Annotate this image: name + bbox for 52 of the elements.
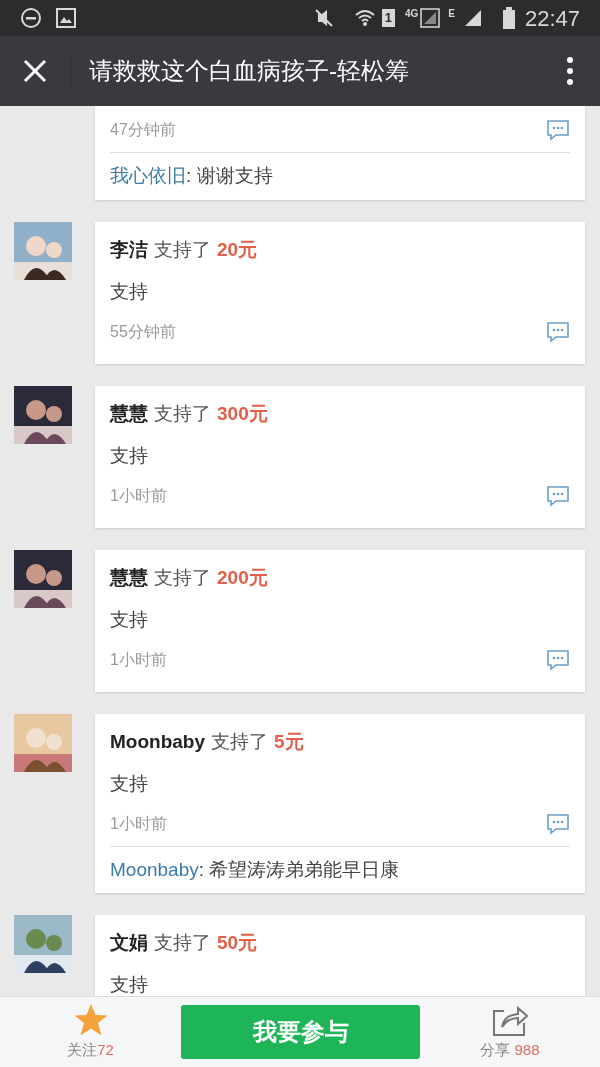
donation-amount: 300元 xyxy=(217,401,268,426)
comment-text: 支持 xyxy=(110,443,149,468)
comment-text: 支持 xyxy=(110,973,149,996)
action-text: 支持了 xyxy=(154,237,211,262)
donor-name: Moonbaby xyxy=(110,729,205,754)
join-button[interactable]: 我要参与 xyxy=(181,1005,420,1059)
action-text: 支持了 xyxy=(211,729,268,754)
action-text: 支持了 xyxy=(154,565,211,590)
reply-text: : 谢谢支持 xyxy=(186,164,273,188)
window-title: 请救救这个白血病孩子-轻松筹 xyxy=(89,56,410,86)
timestamp: 1小时前 xyxy=(110,485,167,506)
comment-text: 支持 xyxy=(110,771,149,796)
comment-icon[interactable] xyxy=(546,812,570,835)
action-text: 支持了 xyxy=(154,931,211,955)
donor-name: 慧慧 xyxy=(110,401,148,426)
signal-icon xyxy=(420,8,441,28)
reply-author: Moonbaby xyxy=(110,857,199,882)
close-icon[interactable] xyxy=(23,59,47,83)
timestamp: 1小时前 xyxy=(110,649,167,670)
reply-author: 我心依旧 xyxy=(110,164,186,188)
follow-count: 72 xyxy=(97,1039,114,1060)
wifi-icon xyxy=(353,7,376,29)
timestamp: 1小时前 xyxy=(110,813,167,834)
share-count: 988 xyxy=(514,1039,540,1060)
follow-label: 关注 xyxy=(67,1039,98,1060)
comment-icon[interactable] xyxy=(546,648,570,671)
donor-name: 李洁 xyxy=(110,237,148,262)
donation-amount: 50元 xyxy=(217,931,258,955)
more-options-icon[interactable] xyxy=(566,56,574,86)
image-icon xyxy=(56,8,76,28)
sim-label: 1 xyxy=(381,9,395,27)
comment-icon[interactable] xyxy=(546,119,570,141)
comment-text: 支持 xyxy=(110,607,149,632)
donation-amount: 5元 xyxy=(274,729,304,754)
network-label: 4G xyxy=(404,7,419,21)
action-text: 支持了 xyxy=(154,401,211,426)
comment-icon[interactable] xyxy=(546,320,570,343)
clock: 22:47 xyxy=(524,4,580,33)
donation-amount: 200元 xyxy=(217,565,268,590)
timestamp: 55分钟前 xyxy=(110,321,176,342)
network-label: E xyxy=(448,7,455,21)
share-label: 分享 xyxy=(480,1039,511,1060)
donation-amount: 20元 xyxy=(217,237,258,262)
do-not-disturb-icon xyxy=(20,7,42,29)
comment-icon[interactable] xyxy=(546,484,570,507)
donor-name: 文娟 xyxy=(110,931,148,955)
timestamp: 47分钟前 xyxy=(110,120,176,140)
comment-text: 支持 xyxy=(110,279,149,304)
battery-icon xyxy=(502,7,515,29)
reply-text: : 希望涛涛弟弟能早日康 xyxy=(198,857,400,882)
donor-name: 慧慧 xyxy=(110,565,148,590)
star-icon[interactable] xyxy=(72,1002,109,1037)
